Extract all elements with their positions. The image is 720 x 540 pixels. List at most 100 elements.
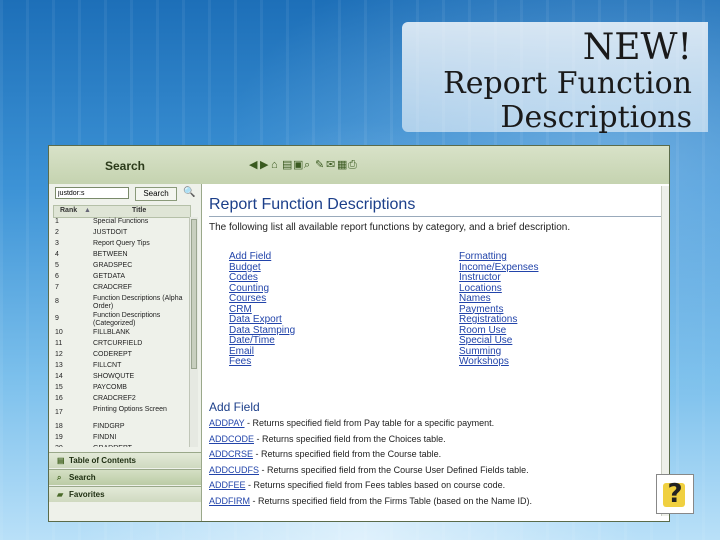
- search-help-icon[interactable]: 🔍: [183, 187, 195, 199]
- result-rank: 10: [55, 329, 63, 336]
- category-link[interactable]: Data Export: [229, 315, 282, 325]
- category-link[interactable]: Room Use: [459, 325, 506, 336]
- function-description: - Returns specified field from Fees tabl…: [245, 480, 506, 490]
- slide-title-line1: Report Function: [443, 66, 692, 101]
- scrollbar-thumb[interactable]: [191, 219, 197, 369]
- result-row[interactable]: 12 CODEREPT: [53, 350, 187, 361]
- result-row[interactable]: 18 FINDGRP: [53, 422, 187, 433]
- category-link[interactable]: Email: [229, 346, 254, 357]
- function-description: - Returns specified field from the Firms…: [250, 495, 532, 506]
- function-row: ADDPAY - Returns specified field from Pa…: [209, 418, 494, 428]
- email-icon[interactable]: ✉: [326, 159, 335, 171]
- help-window-screenshot: Search Search 🔍 Rank ▲ Title 1 Special Fu…: [48, 145, 670, 522]
- category-link[interactable]: Courses: [229, 294, 266, 304]
- result-rank: 3: [55, 240, 59, 247]
- result-row[interactable]: 14 SHOWQUTE: [53, 372, 187, 383]
- highlight-icon[interactable]: ✎: [315, 159, 324, 171]
- result-rank: 13: [55, 362, 63, 369]
- function-name-link[interactable]: ADDCUDFS: [209, 465, 259, 475]
- title-column-header[interactable]: Title: [132, 207, 146, 214]
- category-link[interactable]: Workshops: [459, 357, 509, 367]
- print-icon[interactable]: ▤: [282, 159, 292, 171]
- category-link[interactable]: Counting: [229, 283, 269, 294]
- result-rank: 1: [55, 218, 59, 225]
- result-row[interactable]: 10 FILLBLANK: [53, 328, 187, 339]
- result-row[interactable]: 16 CRADCREF2: [53, 394, 187, 405]
- result-row[interactable]: 17 Printing Options Screen: [53, 405, 187, 422]
- function-name-link[interactable]: ADDFEE: [209, 480, 246, 490]
- result-title: FILLCNT: [93, 362, 122, 369]
- search-tab-icon: ⌕: [57, 473, 62, 482]
- tab-search[interactable]: ⌕ Search: [49, 469, 201, 485]
- result-rank: 18: [55, 423, 63, 430]
- result-row[interactable]: 20 GRADREPT: [53, 444, 187, 447]
- result-rank: 20: [55, 445, 63, 447]
- category-link[interactable]: Registrations: [459, 315, 517, 325]
- result-row[interactable]: 3 Report Query Tips: [53, 239, 187, 250]
- search-row: Search 🔍: [55, 187, 199, 201]
- category-link[interactable]: Codes: [229, 273, 258, 283]
- result-rank: 6: [55, 273, 59, 280]
- category-link[interactable]: Data Stamping: [229, 325, 295, 336]
- category-link[interactable]: Summing: [459, 346, 501, 357]
- tab-table-of-contents[interactable]: ▤ Table of Contents: [49, 452, 201, 468]
- navigation-pane: Search Search 🔍 Rank ▲ Title 1 Special Fu…: [49, 146, 202, 521]
- function-name-link[interactable]: ADDCRSE: [209, 449, 253, 459]
- result-rank: 15: [55, 384, 63, 391]
- sort-arrow-icon: ▲: [84, 207, 91, 214]
- tab-favorites[interactable]: ▰ Favorites: [49, 486, 201, 502]
- result-row[interactable]: 2 JUSTDOIT: [53, 228, 187, 239]
- result-row[interactable]: 6 GETDATA: [53, 272, 187, 283]
- result-row[interactable]: 13 FILLCNT: [53, 361, 187, 372]
- function-name-link[interactable]: ADDPAY: [209, 418, 245, 428]
- function-name-link[interactable]: ADDCODE: [209, 434, 254, 444]
- function-description: - Returns specified field from the Choic…: [254, 433, 446, 444]
- tab-label-search: Search: [69, 473, 96, 482]
- print2-icon[interactable]: ⎙: [348, 159, 357, 171]
- find-icon[interactable]: ⌕: [304, 159, 310, 171]
- result-row[interactable]: 11 CRTCURFIELD: [53, 339, 187, 350]
- function-row: ADDFIRM - Returns specified field from t…: [209, 496, 532, 506]
- forward-icon[interactable]: ▶: [260, 159, 268, 171]
- category-link[interactable]: Instructor: [459, 273, 501, 283]
- rank-column-header[interactable]: Rank: [60, 207, 77, 214]
- result-row[interactable]: 8 Function Descriptions (Alpha Order): [53, 294, 187, 311]
- search-button[interactable]: Search: [135, 187, 177, 201]
- result-row[interactable]: 9 Function Descriptions (Categorized): [53, 311, 187, 328]
- results-scrollbar[interactable]: [189, 217, 198, 447]
- intro-text: The following list all available report …: [209, 222, 571, 233]
- category-link[interactable]: Add Field: [229, 252, 271, 262]
- category-link[interactable]: Budget: [229, 262, 261, 273]
- result-title: GRADREPT: [93, 445, 187, 447]
- folder-icon: ▰: [57, 490, 64, 499]
- result-row[interactable]: 7 CRADCREF: [53, 283, 187, 294]
- search-input[interactable]: [55, 187, 129, 199]
- category-link[interactable]: Names: [459, 294, 491, 304]
- category-link[interactable]: Formatting: [459, 252, 507, 262]
- result-row[interactable]: 19 FINDNI: [53, 433, 187, 444]
- result-rank: 9: [55, 315, 59, 322]
- category-link[interactable]: Income/Expenses: [459, 262, 539, 273]
- result-title: GETDATA: [93, 273, 126, 280]
- favorites-icon[interactable]: ▦: [337, 159, 347, 171]
- section-title: Add Field: [209, 400, 260, 414]
- result-row[interactable]: 15 PAYCOMB: [53, 383, 187, 394]
- content-scrollbar[interactable]: [661, 186, 669, 516]
- page-title: Report Function Descriptions: [209, 196, 416, 213]
- category-link[interactable]: Fees: [229, 357, 251, 367]
- category-link[interactable]: Date/Time: [229, 336, 275, 346]
- back-icon[interactable]: ◀: [249, 159, 257, 171]
- result-rank: 17: [55, 409, 63, 416]
- home-icon[interactable]: ⌂: [271, 159, 278, 171]
- category-link[interactable]: Special Use: [459, 336, 512, 346]
- category-link[interactable]: Locations: [459, 283, 502, 294]
- function-name-link[interactable]: ADDFIRM: [209, 496, 250, 506]
- result-row[interactable]: 4 BETWEEN: [53, 250, 187, 261]
- result-rank: 11: [55, 340, 63, 347]
- topic-content: Report Function Descriptions The followi…: [207, 194, 665, 521]
- category-link[interactable]: Payments: [459, 304, 503, 315]
- category-link[interactable]: CRM: [229, 304, 252, 315]
- copy-icon[interactable]: ▣: [293, 159, 303, 171]
- result-row[interactable]: 5 GRADSPEC: [53, 261, 187, 272]
- result-row[interactable]: 1 Special Functions: [53, 217, 187, 228]
